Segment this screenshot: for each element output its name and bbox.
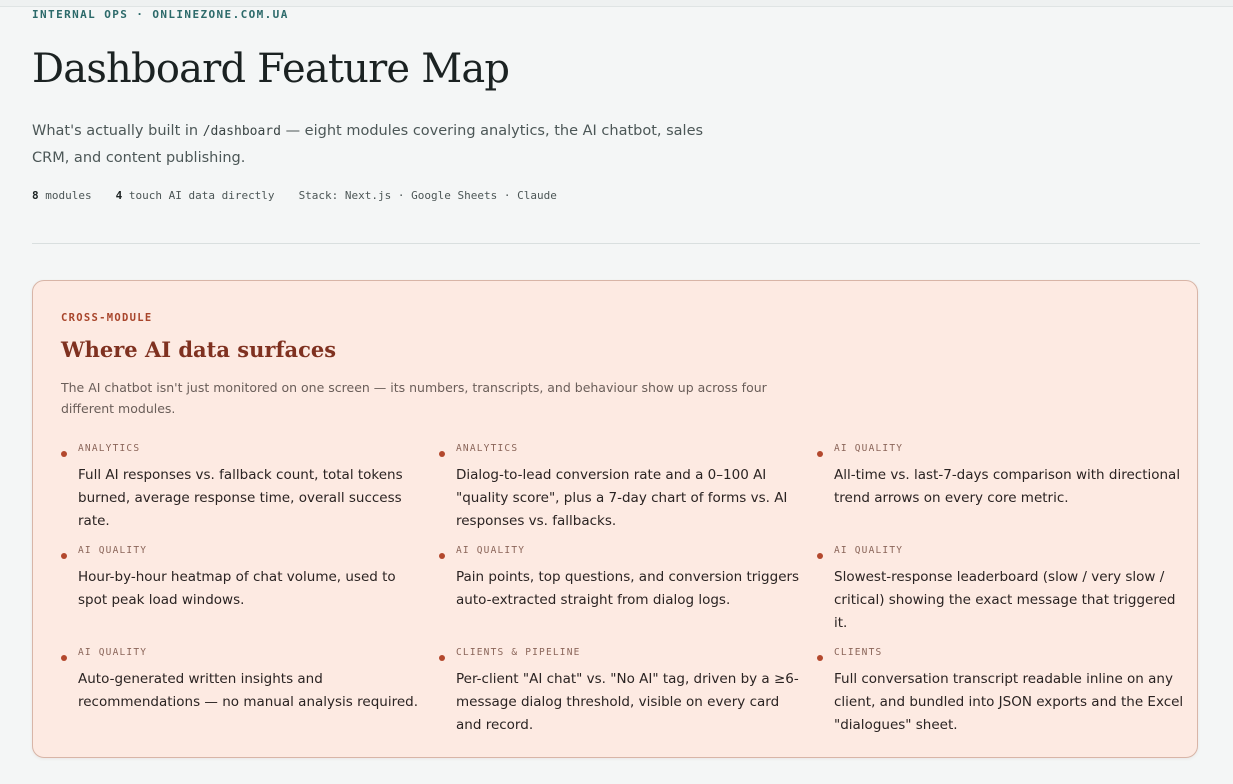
bullet-dot-icon <box>817 553 823 559</box>
stat-modules: 8 modules <box>32 189 92 202</box>
feature-tag: CLIENTS <box>834 647 883 658</box>
stat-modules-label: modules <box>38 189 92 202</box>
stats-row: 8 modules 4 touch AI data directly Stack… <box>32 189 557 202</box>
feature-text: Auto-generated written insights and reco… <box>78 671 418 710</box>
bullet-dot-icon <box>439 451 445 457</box>
stat-stack: Stack: Next.js · Google Sheets · Claude <box>299 189 557 202</box>
feature-text: Dialog-to-lead conversion rate and a 0–1… <box>456 467 788 529</box>
feature-item: AI QUALITY Hour-by-hour heatmap of chat … <box>61 543 428 612</box>
feature-item: ANALYTICS Full AI responses vs. fallback… <box>61 441 428 533</box>
feature-tag: ANALYTICS <box>78 443 141 454</box>
stat-ai-modules-label: touch AI data directly <box>122 189 275 202</box>
feature-tag: AI QUALITY <box>834 443 904 454</box>
feature-tag: AI QUALITY <box>78 647 148 658</box>
lede-code-path: /dashboard <box>202 124 281 139</box>
page-eyebrow: INTERNAL OPS · ONLINEZONE.COM.UA <box>32 8 289 21</box>
bullet-dot-icon <box>61 451 67 457</box>
feature-item: ANALYTICS Dialog-to-lead conversion rate… <box>439 441 806 533</box>
feature-tag: AI QUALITY <box>456 545 526 556</box>
bullet-dot-icon <box>817 451 823 457</box>
feature-text: Slowest-response leaderboard (slow / ver… <box>834 569 1176 631</box>
bullet-dot-icon <box>817 655 823 661</box>
feature-item: CLIENTS & PIPELINE Per-client "AI chat" … <box>439 645 806 737</box>
bullet-dot-icon <box>439 655 445 661</box>
feature-item: AI QUALITY All-time vs. last-7-days comp… <box>817 441 1184 510</box>
feature-text: Pain points, top questions, and conversi… <box>456 569 800 608</box>
stat-modules-value: 8 <box>32 189 39 202</box>
feature-text: Hour-by-hour heatmap of chat volume, use… <box>78 569 396 608</box>
bullet-dot-icon <box>439 553 445 559</box>
card-eyebrow: CROSS-MODULE <box>61 312 153 324</box>
feature-tag: AI QUALITY <box>834 545 904 556</box>
feature-item: AI QUALITY Pain points, top questions, a… <box>439 543 806 612</box>
stat-stack-label: Stack: Next.js · Google Sheets · Claude <box>298 189 557 202</box>
card-title: Where AI data surfaces <box>61 337 337 362</box>
page-lede: What's actually built in /dashboard — ei… <box>32 118 722 171</box>
bullet-dot-icon <box>61 655 67 661</box>
cross-module-card: CROSS-MODULE Where AI data surfaces The … <box>32 280 1198 758</box>
feature-text: Full conversation transcript readable in… <box>834 671 1184 733</box>
feature-item: CLIENTS Full conversation transcript rea… <box>817 645 1184 737</box>
page-title: Dashboard Feature Map <box>32 46 510 92</box>
feature-text: All-time vs. last-7-days comparison with… <box>834 467 1181 506</box>
feature-text: Full AI responses vs. fallback count, to… <box>78 467 403 529</box>
stat-ai-modules: 4 touch AI data directly <box>116 189 275 202</box>
section-divider <box>32 243 1200 244</box>
feature-item: AI QUALITY Auto-generated written insigh… <box>61 645 428 714</box>
feature-tag: ANALYTICS <box>456 443 519 454</box>
lede-text-before: What's actually built in <box>32 123 203 139</box>
card-description: The AI chatbot isn't just monitored on o… <box>61 380 767 416</box>
bullet-dot-icon <box>61 553 67 559</box>
feature-item: AI QUALITY Slowest-response leaderboard … <box>817 543 1184 635</box>
feature-text: Per-client "AI chat" vs. "No AI" tag, dr… <box>456 671 799 733</box>
top-rule <box>0 0 1233 7</box>
feature-tag: AI QUALITY <box>78 545 148 556</box>
feature-tag: CLIENTS & PIPELINE <box>456 647 581 658</box>
